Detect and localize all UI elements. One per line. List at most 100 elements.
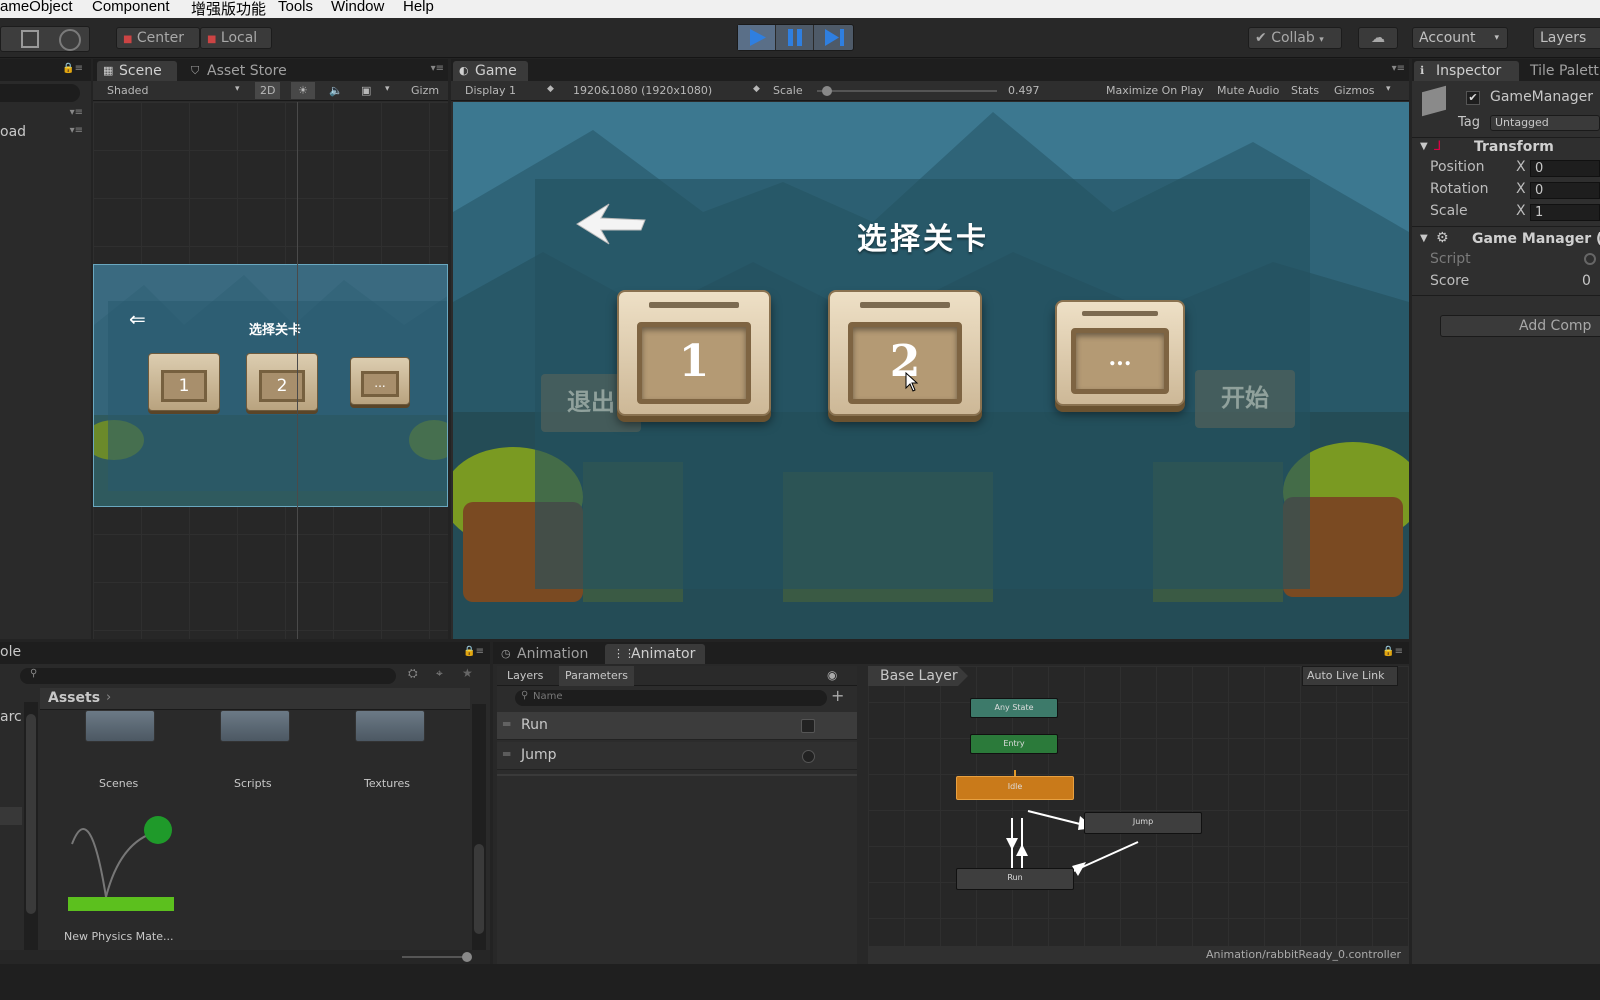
- scene-name[interactable]: oad: [0, 124, 26, 140]
- tab-asset-store[interactable]: ⛉ Asset Store: [185, 61, 305, 81]
- grid-scrollbar[interactable]: [472, 704, 486, 950]
- level-button-more[interactable]: ...: [1055, 300, 1185, 406]
- level-button-1[interactable]: 1: [617, 290, 771, 416]
- state-run[interactable]: Run: [956, 868, 1074, 890]
- animator-graph[interactable]: Base Layer Auto Live Link Any State Entr…: [868, 666, 1409, 964]
- light-toggle-icon[interactable]: ☀: [291, 82, 315, 99]
- scale-slider[interactable]: [817, 86, 997, 96]
- pivot-local-button[interactable]: ■ Local: [200, 27, 272, 49]
- tab-game[interactable]: ◐ Game: [453, 61, 528, 81]
- shading-mode-dropdown[interactable]: Shaded: [107, 84, 148, 97]
- icon-size-slider[interactable]: [402, 952, 472, 962]
- drag-handle-icon[interactable]: ═: [503, 717, 510, 731]
- menu-gameobject[interactable]: ameObject: [0, 0, 73, 15]
- lock-icon[interactable]: 🔒≡: [463, 646, 484, 657]
- tab-parameters[interactable]: Parameters: [559, 666, 634, 686]
- gizmos-toggle[interactable]: Gizmos: [1334, 84, 1375, 97]
- active-checkbox[interactable]: ✔: [1466, 91, 1480, 105]
- parameter-name[interactable]: Run: [521, 717, 548, 733]
- folder-scenes-icon[interactable]: [85, 710, 155, 742]
- physics-material-icon[interactable]: [60, 802, 180, 912]
- filter-type-icon[interactable]: ⛭: [408, 666, 418, 681]
- state-entry[interactable]: Entry: [970, 734, 1058, 754]
- scene-viewport[interactable]: ⇐ 选择关卡 1 2 ...: [93, 102, 448, 639]
- state-jump[interactable]: Jump: [1084, 812, 1202, 834]
- state-idle[interactable]: Idle: [956, 776, 1074, 800]
- tab-tile-palette[interactable]: Tile Palett: [1522, 61, 1600, 81]
- trigger-radio[interactable]: [802, 750, 815, 763]
- account-dropdown[interactable]: Account ▾: [1412, 27, 1508, 49]
- folder-textures-label[interactable]: Textures: [364, 777, 410, 790]
- collab-button[interactable]: ✔ Collab ▾: [1248, 27, 1342, 49]
- lock-icon[interactable]: 🔒≡: [62, 63, 83, 74]
- cloud-button[interactable]: ☁: [1358, 27, 1398, 49]
- parameter-search-input[interactable]: ⚲ Name: [515, 690, 827, 706]
- pivot-center-button[interactable]: ■ Center: [116, 27, 200, 49]
- component-header[interactable]: Game Manager (: [1472, 231, 1600, 247]
- foldout-icon[interactable]: ▼: [1420, 141, 1428, 152]
- tab-animation[interactable]: ◷ Animation: [495, 644, 595, 664]
- folder-scripts-icon[interactable]: [220, 710, 290, 742]
- parameter-name[interactable]: Jump: [521, 747, 557, 763]
- physics-material-label[interactable]: New Physics Mate...: [64, 930, 173, 943]
- bool-checkbox[interactable]: [801, 719, 815, 733]
- menu-window[interactable]: Window: [331, 0, 384, 15]
- rect-tool-icon[interactable]: [21, 30, 39, 48]
- folder-scripts-label[interactable]: Scripts: [234, 777, 272, 790]
- transform-tool-icon[interactable]: [59, 29, 81, 51]
- folder-textures-icon[interactable]: [355, 710, 425, 742]
- layers-dropdown[interactable]: Layers: [1533, 27, 1600, 49]
- game-viewport[interactable]: 退出 开始 选择关卡 1 2 ...: [453, 102, 1409, 639]
- icon-size-slider-thumb[interactable]: [462, 952, 472, 962]
- tab-animator[interactable]: ⋮⋮ Animator: [605, 644, 705, 664]
- object-picker-icon[interactable]: [1584, 253, 1596, 265]
- object-name[interactable]: GameManager: [1490, 89, 1593, 105]
- scene-menu-icon[interactable]: ▾≡: [70, 125, 83, 136]
- folder-scenes-label[interactable]: Scenes: [99, 777, 138, 790]
- menu-enhanced[interactable]: 增强版功能: [191, 0, 266, 18]
- menu-help[interactable]: Help: [403, 0, 434, 15]
- favorite-star-icon[interactable]: ★: [462, 666, 473, 680]
- rotation-x-field[interactable]: 0: [1530, 182, 1600, 199]
- tab-inspector[interactable]: ℹ Inspector: [1414, 61, 1519, 81]
- effects-icon[interactable]: ▣: [361, 84, 371, 97]
- level-button-2[interactable]: 2: [828, 290, 982, 416]
- tree-scrollbar[interactable]: [24, 702, 38, 952]
- parameter-row-run[interactable]: ═ Run: [497, 712, 857, 740]
- transform-header[interactable]: Transform: [1474, 139, 1554, 155]
- resolution-dropdown[interactable]: 1920&1080 (1920x1080): [573, 84, 712, 97]
- filter-label-icon[interactable]: ⌖: [436, 666, 443, 681]
- play-button[interactable]: [738, 25, 776, 50]
- add-component-button[interactable]: Add Comp: [1440, 315, 1600, 337]
- eye-icon[interactable]: ◉: [827, 668, 837, 682]
- add-parameter-icon[interactable]: +: [831, 686, 844, 705]
- gizmos-dropdown[interactable]: Gizm: [411, 84, 439, 97]
- menu-icon[interactable]: ▾≡: [70, 107, 83, 118]
- back-arrow-icon[interactable]: [575, 202, 647, 246]
- tree-scrollbar-thumb[interactable]: [26, 714, 36, 914]
- foldout-icon[interactable]: ▼: [1420, 233, 1428, 244]
- scale-slider-thumb[interactable]: [822, 86, 833, 96]
- menu-component[interactable]: Component: [92, 0, 170, 15]
- menu-tools[interactable]: Tools: [278, 0, 313, 15]
- tab-scene[interactable]: ▦ Scene: [97, 61, 177, 81]
- pause-button[interactable]: [776, 25, 814, 50]
- step-button[interactable]: [815, 25, 853, 50]
- tag-dropdown[interactable]: Untagged: [1490, 115, 1600, 131]
- menu-icon[interactable]: ▾≡: [1392, 63, 1405, 74]
- menu-icon[interactable]: ▾≡: [431, 63, 444, 74]
- breadcrumb-assets[interactable]: Assets: [48, 690, 100, 706]
- parameter-row-jump[interactable]: ═ Jump: [497, 742, 857, 770]
- drag-handle-icon[interactable]: ═: [503, 747, 510, 761]
- position-x-field[interactable]: 0: [1530, 160, 1600, 177]
- audio-toggle-icon[interactable]: 🔈: [329, 84, 343, 97]
- score-value[interactable]: 0: [1582, 273, 1591, 289]
- tab-layers[interactable]: Layers: [507, 669, 543, 682]
- hierarchy-search-input[interactable]: [0, 84, 80, 102]
- scale-x-field[interactable]: 1: [1530, 204, 1600, 221]
- grid-scrollbar-thumb[interactable]: [474, 844, 484, 934]
- lock-icon[interactable]: 🔒≡: [1382, 646, 1403, 657]
- state-any-state[interactable]: Any State: [970, 698, 1058, 718]
- display-dropdown[interactable]: Display 1: [465, 84, 516, 97]
- maximize-on-play-toggle[interactable]: Maximize On Play: [1106, 84, 1204, 97]
